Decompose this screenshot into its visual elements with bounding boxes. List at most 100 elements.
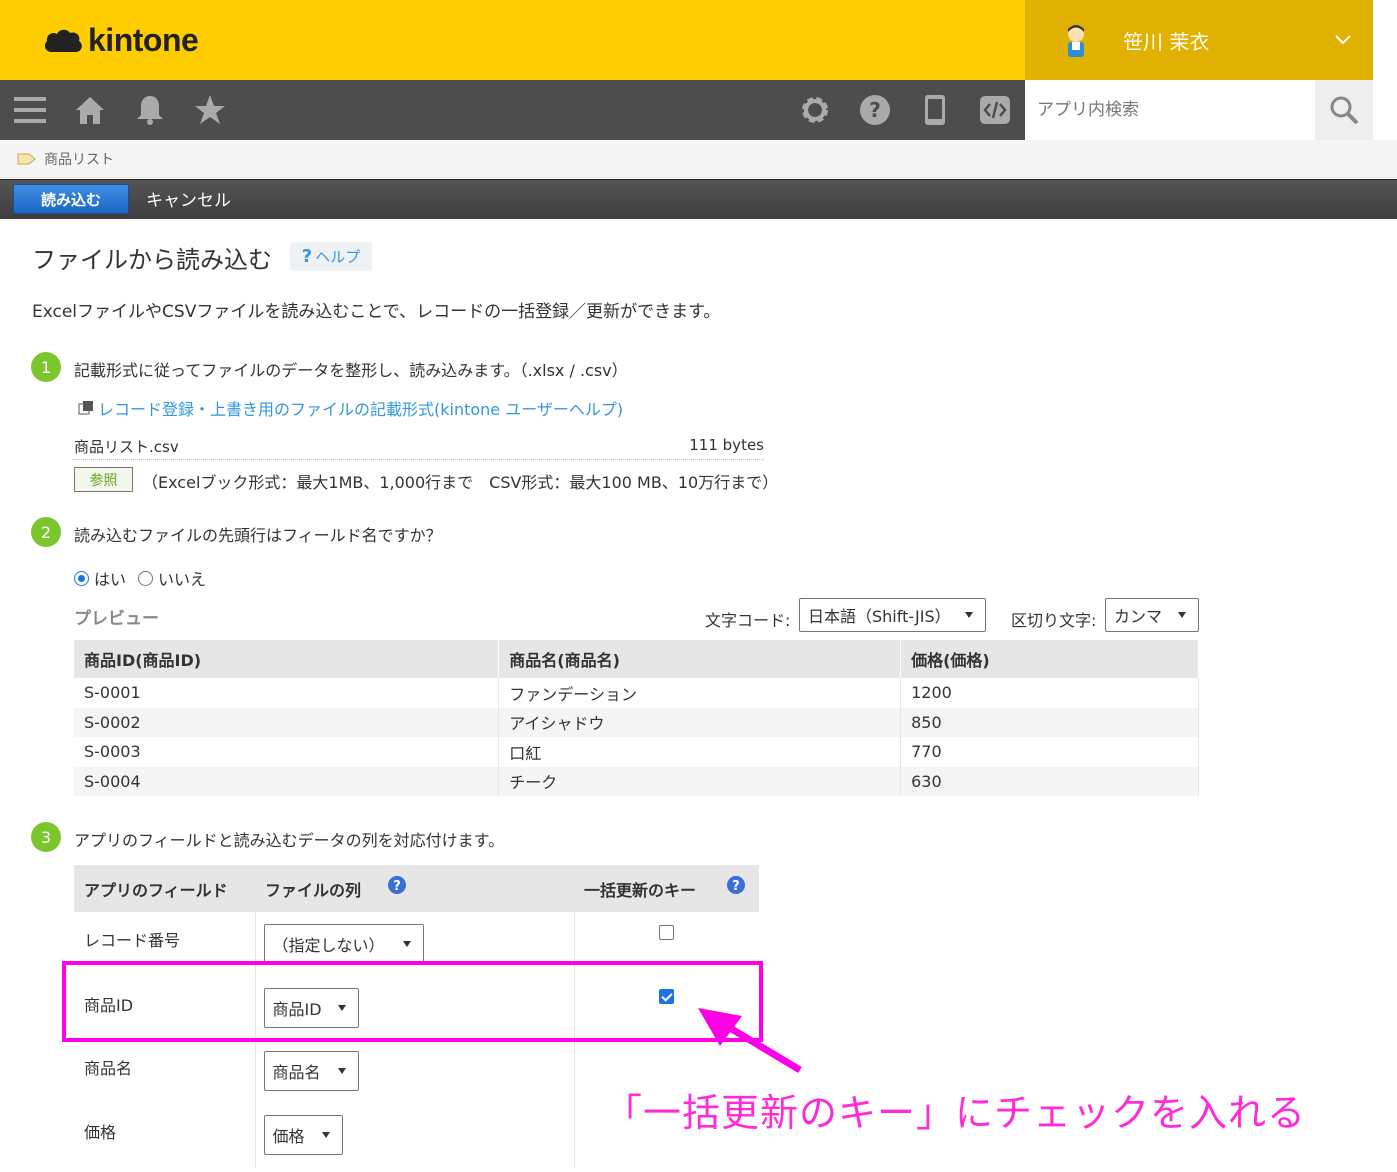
table-cell: ファンデーション xyxy=(498,678,902,708)
table-cell: S-0002 xyxy=(74,707,500,737)
table-cell: S-0003 xyxy=(74,737,500,767)
dropdown-caret-icon xyxy=(965,612,973,618)
preview-col-header: 商品名(商品名) xyxy=(498,640,902,678)
logo-text: kintone xyxy=(88,22,199,58)
uploaded-file-row: 商品リスト.csv 111 bytes xyxy=(74,432,764,460)
dropdown-caret-icon xyxy=(402,941,411,947)
radio-yes[interactable] xyxy=(74,570,89,586)
file-column-value: 価格 xyxy=(272,1127,305,1146)
mapping-col-header: 一括更新のキー ? xyxy=(574,865,759,912)
search-button[interactable] xyxy=(1315,80,1373,140)
intro-text: ExcelファイルやCSVファイルを読み込むことで、レコードの一括登録／更新がで… xyxy=(32,302,721,322)
menu-icon[interactable] xyxy=(13,93,47,127)
star-icon[interactable] xyxy=(193,93,227,127)
browse-note: （Excelブック形式：最大1MB、1,000行まで CSV形式：最大100 M… xyxy=(142,473,779,492)
app-field-name: レコード番号 xyxy=(84,931,181,950)
radio-no[interactable] xyxy=(138,570,154,586)
preview-col-header: 価格(価格) xyxy=(900,640,1199,678)
cloud-logo-icon xyxy=(44,29,82,52)
help-tooltip-icon[interactable]: ? xyxy=(726,875,746,895)
preview-table: 商品ID(商品ID) 商品名(商品名) 価格(価格) S-0001 ファンデーシ… xyxy=(74,640,1199,796)
file-column-value: （指定しない） xyxy=(272,936,385,955)
table-cell: 630 xyxy=(900,766,1199,796)
delimiter-label: 区切り文字: xyxy=(1011,611,1097,630)
step-1-number: 1 xyxy=(31,352,61,382)
breadcrumb: 商品リスト xyxy=(0,140,1397,178)
page-title: ファイルから読み込む xyxy=(32,246,272,274)
file-column-select[interactable]: 商品名 xyxy=(263,1051,359,1091)
mobile-icon[interactable] xyxy=(918,93,952,127)
import-button[interactable]: 読み込む xyxy=(13,184,129,214)
cancel-button[interactable]: キャンセル xyxy=(146,186,231,211)
step-3-number: 3 xyxy=(31,822,61,852)
table-cell: S-0001 xyxy=(74,678,500,708)
table-cell: 口紅 xyxy=(498,737,902,767)
header-row-radio-group: はい いいえ xyxy=(74,566,206,590)
svg-text:?: ? xyxy=(393,879,401,894)
table-row: S-0003 口紅 770 xyxy=(74,737,1199,767)
radio-no-label[interactable]: いいえ xyxy=(158,566,206,590)
table-cell: 850 xyxy=(900,707,1199,737)
annotation-highlight-box xyxy=(62,961,763,1042)
action-bar: 読み込む キャンセル xyxy=(0,179,1397,219)
help-tooltip-icon[interactable]: ? xyxy=(387,875,407,895)
kintone-logo[interactable]: kintone xyxy=(42,22,199,59)
table-cell: チーク xyxy=(498,766,902,796)
delimiter-select[interactable]: カンマ xyxy=(1105,598,1199,632)
delimiter-value: カンマ xyxy=(1114,607,1163,626)
table-cell: 1200 xyxy=(900,678,1199,708)
table-row: S-0004 チーク 630 xyxy=(74,766,1199,796)
search-input[interactable] xyxy=(1025,80,1315,140)
mapping-col-header-label: 一括更新のキー xyxy=(584,880,697,900)
doc-link-text: レコード登録・上書き用のファイルの記載形式(kintone ユーザーヘルプ) xyxy=(98,400,624,419)
external-window-icon xyxy=(78,401,93,415)
chevron-down-icon[interactable] xyxy=(1333,30,1353,50)
dropdown-caret-icon xyxy=(337,1068,346,1074)
bell-icon[interactable] xyxy=(133,93,167,127)
dropdown-caret-icon xyxy=(1178,612,1186,618)
table-row: S-0002 アイシャドウ 850 xyxy=(74,707,1199,737)
home-icon[interactable] xyxy=(73,93,107,127)
mapping-col-header: アプリのフィールド xyxy=(74,865,255,912)
file-size: 111 bytes xyxy=(689,436,764,454)
top-header: kintone 笹川 茉衣 xyxy=(0,0,1397,80)
annotation-text: 「一括更新のキー」にチェックを入れる xyxy=(604,1091,1307,1135)
preview-col-header: 商品ID(商品ID) xyxy=(74,640,500,678)
file-column-select[interactable]: 価格 xyxy=(263,1115,343,1155)
svg-text:?: ? xyxy=(732,879,740,894)
update-key-checkbox[interactable] xyxy=(658,925,674,940)
question-icon: ? xyxy=(301,246,313,267)
annotation-arrow-icon xyxy=(698,1008,802,1074)
format-doc-link[interactable]: レコード登録・上書き用のファイルの記載形式(kintone ユーザーヘルプ) xyxy=(78,396,623,420)
search-icon xyxy=(1330,96,1359,125)
step-3-text: アプリのフィールドと読み込むデータの列を対応付けます。 xyxy=(74,831,505,850)
preview-label: プレビュー xyxy=(74,609,159,629)
encoding-select[interactable]: 日本語（Shift-JIS） xyxy=(799,598,986,632)
right-gap xyxy=(1373,0,1397,140)
encoding-value: 日本語（Shift-JIS） xyxy=(808,607,951,626)
gear-icon[interactable] xyxy=(798,93,832,127)
preview-header-row: 商品ID(商品ID) 商品名(商品名) 価格(価格) xyxy=(74,640,1199,678)
user-name: 笹川 茉衣 xyxy=(1123,29,1210,54)
file-column-select[interactable]: （指定しない） xyxy=(263,924,424,964)
step-2-text: 読み込むファイルの先頭行はフィールド名ですか？ xyxy=(74,526,442,545)
app-field-name: 商品名 xyxy=(84,1059,133,1078)
browse-button[interactable]: 参照 xyxy=(74,467,133,492)
app-icon xyxy=(17,153,36,164)
radio-yes-label[interactable]: はい xyxy=(94,566,126,590)
code-icon[interactable] xyxy=(978,93,1012,127)
table-row: S-0001 ファンデーション 1200 xyxy=(74,678,1199,708)
file-column-value: 商品名 xyxy=(272,1063,321,1082)
table-cell: 770 xyxy=(900,737,1199,767)
step-1-text: 記載形式に従ってファイルのデータを整形し、読み込みます。（.xlsx / .cs… xyxy=(74,361,628,380)
user-menu[interactable]: 笹川 茉衣 xyxy=(1025,0,1373,80)
breadcrumb-app-link[interactable]: 商品リスト xyxy=(44,149,114,169)
help-link[interactable]: ? ヘルプ xyxy=(290,242,372,271)
step-2-number: 2 xyxy=(31,517,61,547)
avatar xyxy=(1068,25,1084,57)
mapping-header-row: アプリのフィールド ファイルの列 ? 一括更新のキー ? xyxy=(74,865,759,912)
svg-text:?: ? xyxy=(869,98,881,122)
app-field-name: 価格 xyxy=(84,1123,117,1142)
file-name: 商品リスト.csv xyxy=(74,438,179,456)
help-icon[interactable]: ? xyxy=(858,93,892,127)
